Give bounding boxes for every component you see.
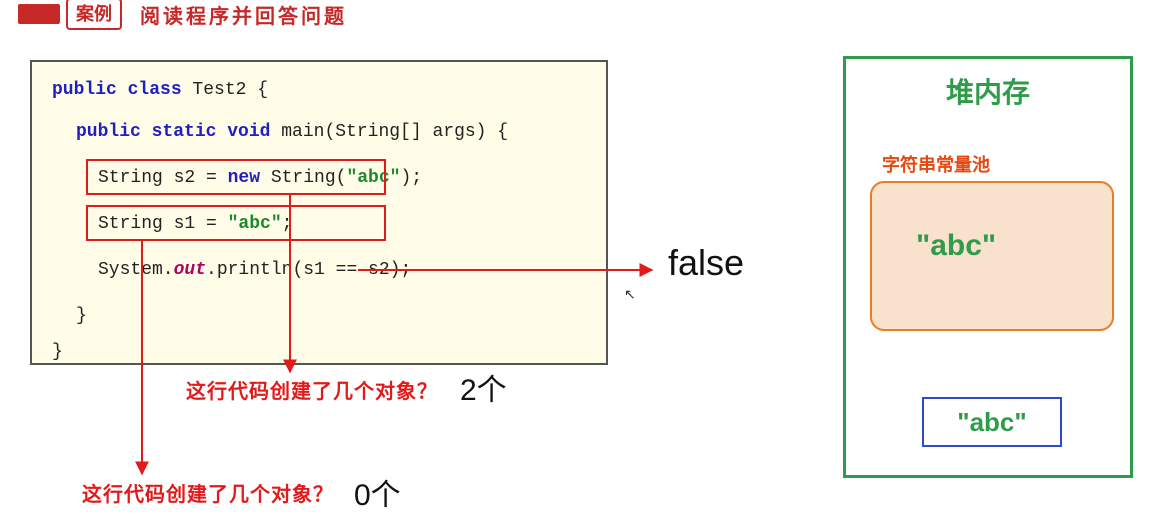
code-line-1: public class Test2 { [52, 80, 268, 100]
code-brace-outer: } [52, 342, 63, 362]
highlight-frame-line3 [86, 159, 386, 195]
question-2-text: 这行代码创建了几个对象？ [82, 478, 334, 507]
code-line-5: System.out.println(s1 == s2); [98, 260, 411, 280]
code-panel: public class Test2 { public static void … [30, 60, 608, 365]
title-badge: 案例 [66, 0, 122, 30]
question-1-text: 这行代码创建了几个对象？ [186, 375, 438, 404]
question-1-answer: 2个 [460, 365, 507, 409]
title-text: 阅读程序并回答问题 [140, 0, 347, 29]
question-2-answer: 0个 [354, 470, 401, 514]
title-accent-box [18, 4, 60, 24]
slide-title: 案例 阅读程序并回答问题 [18, 0, 347, 30]
code-brace-inner: } [76, 306, 87, 326]
string-pool-value: "abc" [916, 229, 996, 263]
heap-object-value: "abc" [957, 407, 1026, 438]
highlight-frame-line4 [86, 205, 386, 241]
string-pool-label: 字符串常量池 [882, 151, 990, 177]
code-line-2: public static void main(String[] args) { [76, 122, 508, 142]
cursor-icon: ↖ [624, 286, 636, 303]
heap-panel: 堆内存 字符串常量池 "abc" "abc" [843, 56, 1133, 478]
heap-object-box: "abc" [922, 397, 1062, 447]
result-false: false [668, 242, 744, 284]
heap-title: 堆内存 [846, 71, 1130, 111]
